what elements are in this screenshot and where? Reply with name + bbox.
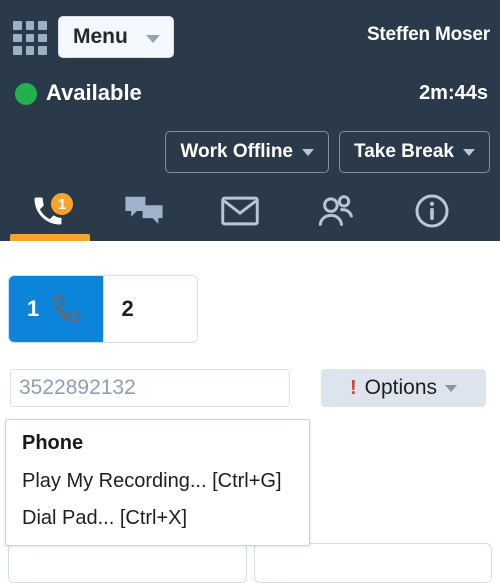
take-break-label: Take Break [354,141,454,162]
email-icon [221,196,259,225]
footer-button-left[interactable] [8,543,247,583]
tab-email[interactable] [192,180,288,241]
grid-dot [13,33,22,43]
tab-info[interactable] [384,180,480,241]
line-tab-2[interactable]: 2 [103,276,197,342]
contacts-icon [318,194,353,226]
line-tab-2-number: 2 [121,296,134,321]
status-label: Available [46,80,142,105]
dropdown-section-header: Phone [22,432,84,454]
dial-number-input[interactable] [10,369,290,407]
alert-icon: ! [349,376,357,399]
work-offline-label: Work Offline [180,141,293,162]
options-button[interactable]: ! Options [321,369,486,407]
options-button-label: Options [364,376,438,399]
status-indicator-dot [15,83,37,105]
chat-icon [125,196,163,224]
grid-dot [38,46,47,55]
line-tab-group: 1 2 [8,275,198,343]
app-grid-icon[interactable] [13,21,47,55]
phone-icon [54,295,81,323]
phone-badge-count: 1 [48,190,76,218]
line-tab-1-number: 1 [27,296,40,321]
main-panel: 1 2 ! Options Phone Play My Recording...… [0,241,500,583]
chevron-down-icon [146,35,160,43]
tab-phone[interactable]: 1 [0,180,96,241]
grid-dot [13,46,22,55]
channel-icon-bar: 1 [0,180,500,241]
footer-button-right[interactable] [253,543,492,583]
tab-contacts[interactable] [288,180,384,241]
chevron-down-icon [463,148,475,156]
grid-dot [25,46,35,55]
status-timer: 2m:44s [419,82,488,104]
grid-dot [25,21,35,30]
grid-dot [38,21,47,30]
state-button-group: Work Offline Take Break [0,131,500,175]
tab-chat[interactable] [96,180,192,241]
grid-dot [13,21,22,30]
agent-name: Steffen Moser [366,24,490,45]
options-dropdown-menu: Phone Play My Recording... [Ctrl+G] Dial… [5,419,310,546]
menu-button[interactable]: Menu [58,16,174,58]
grid-dot [38,33,47,43]
take-break-button[interactable]: Take Break [339,131,490,173]
line-tab-1[interactable]: 1 [9,276,103,342]
menu-item-play-my-recording[interactable]: Play My Recording... [Ctrl+G] [6,463,309,500]
work-offline-button[interactable]: Work Offline [165,131,329,173]
chevron-down-icon [445,384,458,392]
menu-item-dial-pad[interactable]: Dial Pad... [Ctrl+X] [6,500,309,537]
footer-button-group [8,543,492,583]
app-header: Menu Steffen Moser Available 2m:44s Work… [0,0,500,241]
grid-dot [25,33,35,43]
chevron-down-icon [302,148,314,156]
menu-button-label: Menu [73,25,128,48]
info-icon [415,194,449,227]
